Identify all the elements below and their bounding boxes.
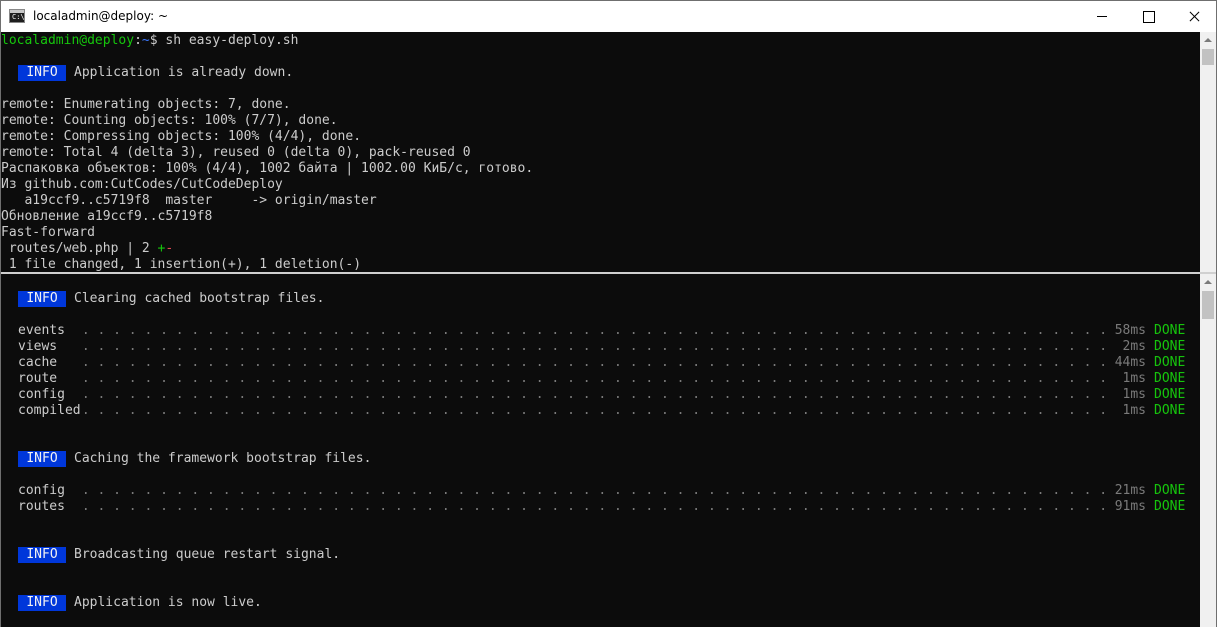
info-line: INFO Clearing cached bootstrap files. (1, 291, 1200, 307)
task-dots: . . . . . . . . . . . . . . . . . . . . … (81, 355, 1104, 370)
git-output-line: a19ccf9..c5719f8 master -> origin/master (1, 193, 377, 208)
git-output-line: Распаковка объектов: 100% (4/4), 1002 ба… (1, 161, 534, 176)
info-message: Application is already down. (74, 65, 294, 80)
scroll-up-arrow-icon[interactable] (1200, 274, 1216, 290)
task-name: cache (18, 355, 58, 370)
scrollbar-thumb[interactable] (1202, 49, 1214, 65)
task-dots: . . . . . . . . . . . . . . . . . . . . … (81, 387, 1104, 402)
task-status: DONE (1154, 371, 1186, 386)
task-dots: . . . . . . . . . . . . . . . . . . . . … (81, 339, 1104, 354)
task-status: DONE (1154, 355, 1186, 370)
info-line: INFO Broadcasting queue restart signal. (1, 547, 1200, 563)
info-badge: INFO (18, 291, 66, 307)
info-line: INFO Application is already down. (1, 65, 1200, 81)
task-time: 1ms (1122, 371, 1146, 386)
task-row: cache . . . . . . . . . . . . . . . . . … (1, 355, 1200, 371)
task-dots: . . . . . . . . . . . . . . . . . . . . … (81, 403, 1104, 418)
task-status: DONE (1154, 323, 1186, 338)
git-output-line: remote: Enumerating objects: 7, done. (1, 97, 291, 112)
info-line: INFO Caching the framework bootstrap fil… (1, 451, 1200, 467)
git-output-line: Fast-forward (1, 225, 95, 240)
info-message: Clearing cached bootstrap files. (74, 291, 325, 306)
git-output-line: Обновление a19ccf9..c5719f8 (1, 209, 213, 224)
task-time: 1ms (1122, 387, 1146, 402)
task-dots: . . . . . . . . . . . . . . . . . . . . … (81, 499, 1104, 514)
task-row: events . . . . . . . . . . . . . . . . .… (1, 323, 1200, 339)
scroll-up-arrow-icon[interactable] (1200, 32, 1216, 48)
task-name: routes (18, 499, 65, 514)
task-row: config . . . . . . . . . . . . . . . . .… (1, 483, 1200, 499)
terminal-pane-bottom[interactable]: INFO Clearing cached bootstrap files. ev… (1, 274, 1200, 627)
task-status: DONE (1154, 499, 1186, 514)
info-message: Application is now live. (74, 595, 262, 610)
console-icon: C:\ (9, 9, 25, 23)
info-badge: INFO (18, 547, 66, 563)
task-name: views (18, 339, 58, 354)
diffstat-summary: 1 file changed, 1 insertion(+), 1 deleti… (1, 257, 362, 272)
minimize-button[interactable] (1079, 1, 1125, 32)
task-status: DONE (1154, 403, 1186, 418)
task-row: config . . . . . . . . . . . . . . . . .… (1, 387, 1200, 403)
command-text: sh easy-deploy.sh (165, 33, 299, 48)
task-row: views . . . . . . . . . . . . . . . . . … (1, 339, 1200, 355)
prompt-path: ~ (141, 33, 150, 48)
task-time: 91ms (1114, 499, 1146, 514)
title-bar[interactable]: C:\ localadmin@deploy: ~ (1, 1, 1216, 32)
info-badge: INFO (18, 595, 66, 611)
task-time: 1ms (1122, 403, 1146, 418)
git-output-line: remote: Compressing objects: 100% (4/4),… (1, 129, 362, 144)
task-time: 21ms (1114, 483, 1146, 498)
scrollbar-top[interactable] (1200, 32, 1216, 272)
window-title: localadmin@deploy: ~ (33, 9, 168, 23)
prompt-colon: : (134, 33, 142, 48)
task-dots: . . . . . . . . . . . . . . . . . . . . … (81, 323, 1104, 338)
info-message: Broadcasting queue restart signal. (74, 547, 341, 562)
task-name: config (18, 387, 65, 402)
maximize-button[interactable] (1125, 1, 1171, 32)
prompt-user: localadmin@deploy (1, 33, 135, 48)
diffstat-file: routes/web.php | 2 (1, 241, 158, 256)
git-output-line: remote: Counting objects: 100% (7/7), do… (1, 113, 338, 128)
prompt-symbol: $ (149, 33, 166, 48)
diffstat-line: routes/web.php | 2 +- (1, 241, 1200, 257)
git-output-line: remote: Total 4 (delta 3), reused 0 (del… (1, 145, 471, 160)
task-name: config (18, 483, 65, 498)
task-dots: . . . . . . . . . . . . . . . . . . . . … (81, 371, 1104, 386)
terminal-pane-top[interactable]: localadmin@deploy:~$ sh easy-deploy.sh I… (1, 32, 1200, 272)
terminal-window: C:\ localadmin@deploy: ~ localadmin@depl… (0, 0, 1217, 627)
task-time: 58ms (1114, 323, 1146, 338)
task-row: compiled . . . . . . . . . . . . . . . .… (1, 403, 1200, 419)
info-message: Caching the framework bootstrap files. (74, 451, 372, 466)
task-name: route (18, 371, 58, 386)
info-line: INFO Application is now live. (1, 595, 1200, 611)
task-status: DONE (1154, 483, 1186, 498)
close-button[interactable] (1171, 1, 1217, 32)
task-status: DONE (1154, 339, 1186, 354)
info-badge: INFO (18, 65, 66, 81)
task-name: events (18, 323, 65, 338)
diffstat-minus: - (165, 241, 174, 256)
task-time: 2ms (1122, 339, 1146, 354)
task-row: routes . . . . . . . . . . . . . . . . .… (1, 499, 1200, 515)
scrollbar-thumb[interactable] (1202, 291, 1214, 319)
task-dots: . . . . . . . . . . . . . . . . . . . . … (81, 483, 1104, 498)
command-line: localadmin@deploy:~$ sh easy-deploy.sh (1, 33, 1200, 49)
task-status: DONE (1154, 387, 1186, 402)
task-time: 44ms (1114, 355, 1146, 370)
scrollbar-bottom[interactable] (1200, 274, 1216, 627)
task-row: route . . . . . . . . . . . . . . . . . … (1, 371, 1200, 387)
info-badge: INFO (18, 451, 66, 467)
task-name: compiled (18, 403, 81, 418)
git-output-line: Из github.com:CutCodes/CutCodeDeploy (1, 177, 283, 192)
